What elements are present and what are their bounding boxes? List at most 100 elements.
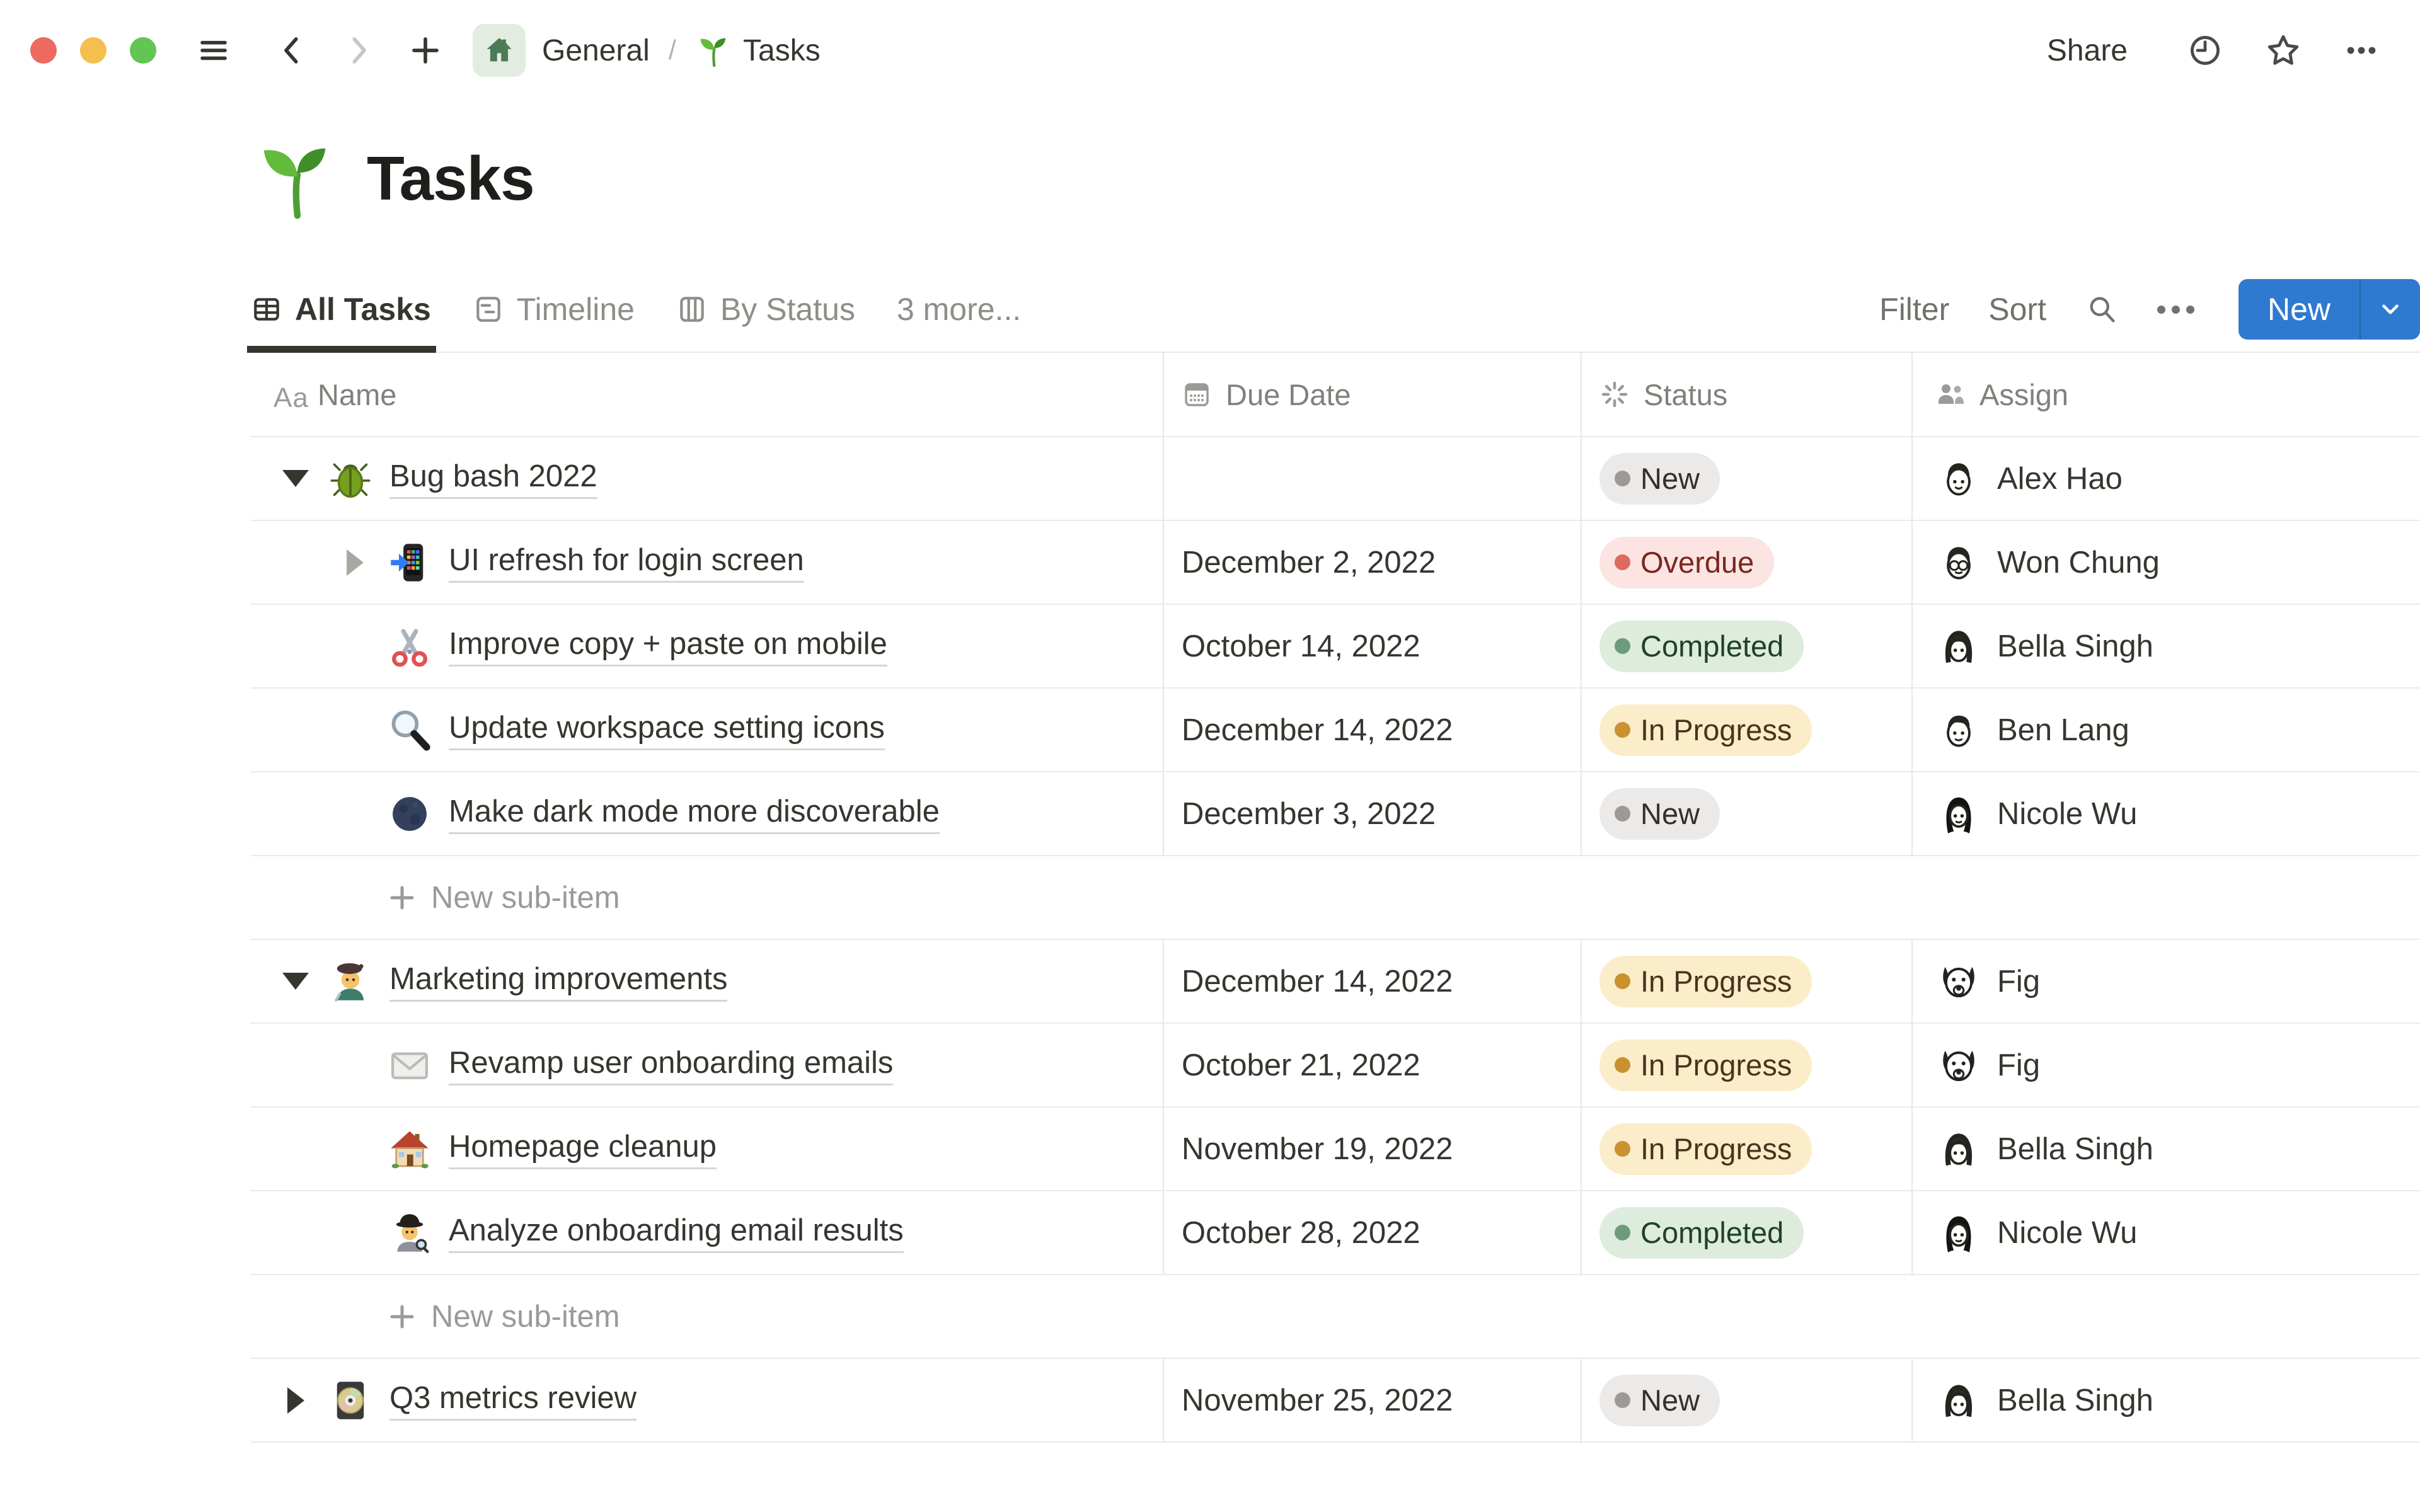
task-due-date-cell[interactable]: October 28, 2022 [1164, 1191, 1582, 1275]
task-due-date-cell[interactable]: December 14, 2022 [1164, 940, 1582, 1024]
status-badge[interactable]: New [1599, 1374, 1720, 1426]
task-name-cell[interactable]: Homepage cleanup [251, 1108, 1164, 1191]
page-title[interactable]: Tasks [367, 143, 535, 214]
new-sub-item-row[interactable]: New sub-item [251, 856, 2420, 940]
task-name-link[interactable]: UI refresh for login screen [449, 542, 804, 583]
breadcrumb-space-label[interactable]: General [542, 33, 650, 68]
status-badge[interactable]: In Progress [1599, 1039, 1812, 1091]
new-sub-item-button[interactable]: New sub-item [251, 856, 1164, 940]
status-badge[interactable]: New [1599, 788, 1720, 840]
more-options-icon[interactable] [2343, 32, 2380, 69]
tab-all-tasks[interactable]: All Tasks [247, 267, 436, 353]
back-icon[interactable] [275, 33, 309, 67]
task-name-link[interactable]: Improve copy + paste on mobile [449, 626, 887, 667]
status-badge[interactable]: New [1599, 452, 1720, 505]
task-name-cell[interactable]: Bug bash 2022 [251, 437, 1164, 521]
task-status-cell[interactable]: Completed [1582, 605, 1913, 689]
task-due-date-cell[interactable] [1164, 437, 1582, 521]
traffic-light-zoom[interactable] [130, 37, 156, 64]
task-name-cell[interactable]: Q3 metrics review [251, 1359, 1164, 1443]
task-status-cell[interactable]: Overdue [1582, 521, 1913, 605]
task-assign-cell[interactable]: Bella Singh [1913, 1108, 2420, 1191]
task-name-link[interactable]: Homepage cleanup [449, 1129, 717, 1169]
task-name-cell[interactable]: UI refresh for login screen [251, 521, 1164, 605]
task-due-date-cell[interactable]: December 2, 2022 [1164, 521, 1582, 605]
column-header-status[interactable]: Status [1582, 353, 1913, 437]
task-due-date-cell[interactable]: December 14, 2022 [1164, 689, 1582, 772]
status-badge[interactable]: In Progress [1599, 955, 1812, 1007]
row-toggle[interactable] [274, 470, 318, 487]
task-status-cell[interactable]: In Progress [1582, 1024, 1913, 1108]
task-name-cell[interactable]: Marketing improvements [251, 940, 1164, 1024]
new-sub-item-row[interactable]: New sub-item [251, 1275, 2420, 1359]
task-name-link[interactable]: Update workspace setting icons [449, 710, 885, 750]
new-button-label[interactable]: New [2238, 279, 2360, 340]
task-assign-cell[interactable]: Ben Lang [1913, 689, 2420, 772]
clock-icon[interactable] [2187, 32, 2223, 69]
task-assign-cell[interactable]: Bella Singh [1913, 1359, 2420, 1443]
traffic-light-minimize[interactable] [80, 37, 107, 64]
task-due-date-cell[interactable]: November 19, 2022 [1164, 1108, 1582, 1191]
tab-by-status[interactable]: By Status [676, 267, 855, 352]
task-assign-cell[interactable]: Fig [1913, 1024, 2420, 1108]
column-header-due-date[interactable]: Due Date [1164, 353, 1582, 437]
task-due-date-cell[interactable]: November 25, 2022 [1164, 1359, 1582, 1443]
row-toggle[interactable] [333, 549, 377, 576]
task-name-link[interactable]: Bug bash 2022 [389, 459, 597, 499]
task-name-cell[interactable]: Update workspace setting icons [251, 689, 1164, 772]
star-icon[interactable] [2265, 32, 2302, 69]
share-button[interactable]: Share [2047, 33, 2128, 68]
task-status-cell[interactable]: In Progress [1582, 689, 1913, 772]
column-header-name[interactable]: Aa Name [251, 353, 1164, 437]
row-toggle[interactable] [274, 1387, 318, 1414]
views-toolbar: All Tasks Timeline By Status 3 more... F… [247, 267, 2420, 353]
row-toggle[interactable] [274, 973, 318, 990]
task-due-date-cell[interactable]: October 14, 2022 [1164, 605, 1582, 689]
new-button-caret[interactable] [2361, 279, 2420, 340]
task-assign-cell[interactable]: Nicole Wu [1913, 1191, 2420, 1275]
task-assign-cell[interactable]: Won Chung [1913, 521, 2420, 605]
status-badge[interactable]: Completed [1599, 1206, 1804, 1259]
task-assign-cell[interactable]: Nicole Wu [1913, 772, 2420, 856]
task-name-cell[interactable]: Improve copy + paste on mobile [251, 605, 1164, 689]
task-status-cell[interactable]: In Progress [1582, 1108, 1913, 1191]
breadcrumb-space-chip[interactable] [473, 24, 526, 77]
status-badge[interactable]: In Progress [1599, 704, 1812, 756]
task-name-link[interactable]: Marketing improvements [389, 961, 728, 1002]
task-assign-cell[interactable]: Alex Hao [1913, 437, 2420, 521]
task-name-link[interactable]: Make dark mode more discoverable [449, 794, 940, 834]
new-sub-item-button[interactable]: New sub-item [251, 1275, 1164, 1359]
task-name-cell[interactable]: Make dark mode more discoverable [251, 772, 1164, 856]
new-button[interactable]: New [2238, 279, 2420, 340]
task-name-link[interactable]: Q3 metrics review [389, 1380, 637, 1421]
column-header-assign[interactable]: Assign [1913, 353, 2420, 437]
task-assign-cell[interactable]: Fig [1913, 940, 2420, 1024]
task-due-date-cell[interactable]: October 21, 2022 [1164, 1024, 1582, 1108]
task-assign-cell[interactable]: Bella Singh [1913, 605, 2420, 689]
new-page-icon[interactable] [408, 33, 442, 67]
page-seedling-icon[interactable] [251, 134, 340, 223]
task-status-cell[interactable]: In Progress [1582, 940, 1913, 1024]
task-status-cell[interactable]: New [1582, 437, 1913, 521]
hamburger-icon[interactable] [197, 33, 231, 67]
task-due-date-cell[interactable]: December 3, 2022 [1164, 772, 1582, 856]
spinner-icon [1599, 379, 1630, 410]
traffic-light-close[interactable] [30, 37, 57, 64]
status-badge[interactable]: Completed [1599, 620, 1804, 672]
sort-button[interactable]: Sort [1988, 291, 2046, 328]
status-badge[interactable]: In Progress [1599, 1123, 1812, 1175]
breadcrumb-page-label[interactable]: Tasks [743, 33, 821, 68]
task-name-link[interactable]: Revamp user onboarding emails [449, 1045, 894, 1085]
task-name-link[interactable]: Analyze onboarding email results [449, 1213, 904, 1253]
task-name-cell[interactable]: Analyze onboarding email results [251, 1191, 1164, 1275]
tab-more-views[interactable]: 3 more... [897, 267, 1021, 352]
task-status-cell[interactable]: Completed [1582, 1191, 1913, 1275]
task-name-cell[interactable]: Revamp user onboarding emails [251, 1024, 1164, 1108]
task-status-cell[interactable]: New [1582, 772, 1913, 856]
tab-timeline[interactable]: Timeline [473, 267, 635, 352]
view-options-icon[interactable] [2157, 305, 2194, 314]
search-icon[interactable] [2085, 293, 2118, 326]
filter-button[interactable]: Filter [1879, 291, 1949, 328]
task-status-cell[interactable]: New [1582, 1359, 1913, 1443]
status-badge[interactable]: Overdue [1599, 536, 1775, 588]
